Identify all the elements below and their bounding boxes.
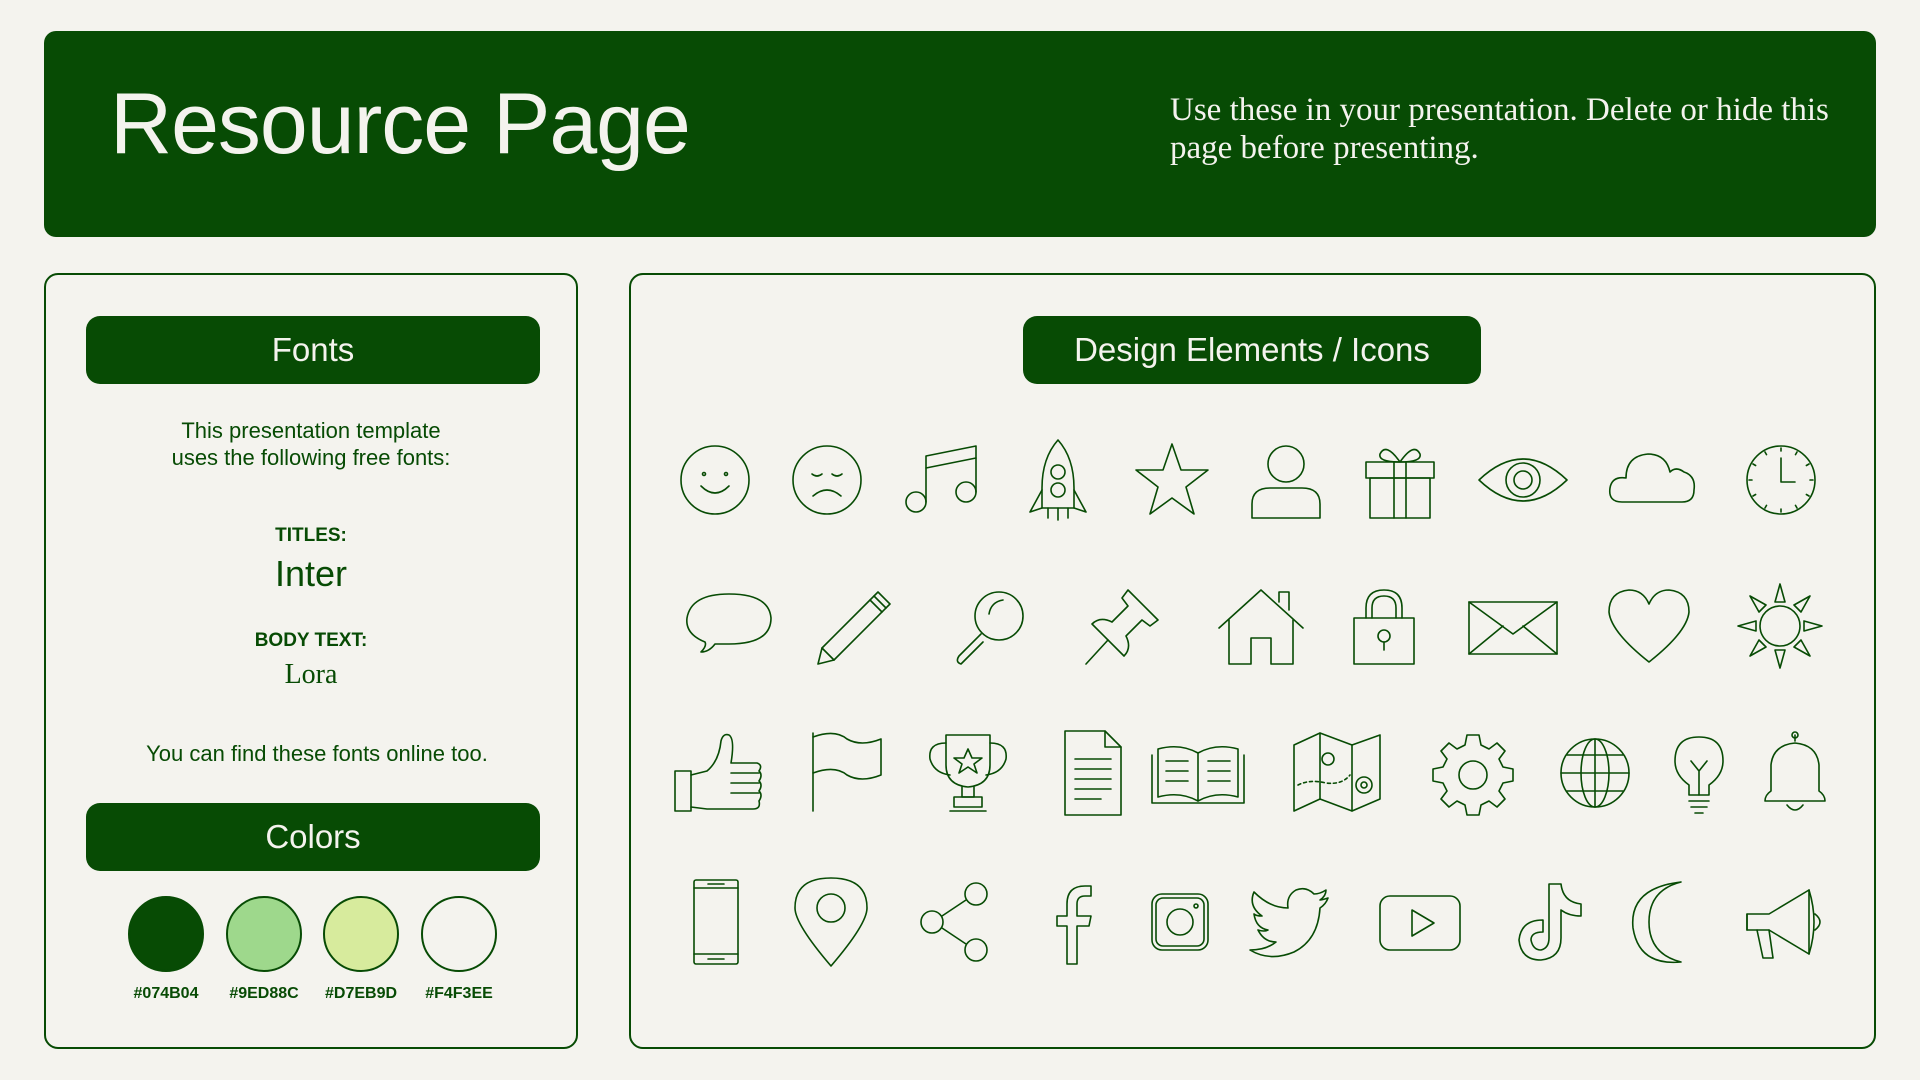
house-icon [1213,578,1309,674]
page-title: Resource Page [110,76,691,172]
envelope-icon [1465,578,1561,674]
titles-label: TITLES: [275,525,347,546]
tiktok-icon [1499,874,1595,970]
flag-icon [799,725,895,821]
body-font-name: Lora [284,659,338,690]
music-note-icon [894,432,990,528]
pushpin-icon [1074,578,1170,674]
icons-heading: Design Elements / Icons [1023,316,1481,384]
star-icon [1124,432,1220,528]
trophy-icon [920,725,1016,821]
gear-icon [1425,725,1521,821]
lightbulb-icon [1651,725,1747,821]
instagram-icon [1132,874,1228,970]
header-banner: Resource Page Use these in your presenta… [44,31,1876,237]
padlock-icon [1336,578,1432,674]
colors-heading: Colors [86,803,540,871]
magnifier-icon [941,578,1037,674]
swatch-lime [323,896,399,972]
sad-icon [779,432,875,528]
bell-icon [1747,725,1843,821]
fonts-footer: You can find these fonts online too. [146,741,488,766]
twitter-icon [1242,874,1338,970]
swatch-light-green [226,896,302,972]
icons-panel: Design Elements / Icons [629,273,1876,1049]
clock-icon [1733,432,1829,528]
smile-icon [667,432,763,528]
titles-font-name: Inter [274,553,348,594]
fonts-intro-line2: uses the following free fonts: [171,445,451,470]
cloud-icon [1604,432,1700,528]
speech-bubble-icon [681,578,777,674]
facebook-icon [1025,874,1121,970]
youtube-icon [1372,874,1468,970]
fonts-colors-panel: Fonts This presentation template uses th… [44,273,578,1049]
document-icon [1043,725,1139,821]
gift-icon [1352,432,1448,528]
map-icon [1290,725,1386,821]
fonts-intro-line1: This presentation template [181,418,441,443]
smartphone-icon [668,874,764,970]
swatch-off-white [421,896,497,972]
heart-icon [1601,578,1697,674]
open-book-icon [1150,725,1246,821]
eye-icon [1475,432,1571,528]
rocket-icon [1010,432,1106,528]
body-text-label: BODY TEXT: [254,630,368,651]
location-pin-icon [783,874,879,970]
user-icon [1238,432,1334,528]
swatch-label: #F4F3EE [425,985,493,1002]
moon-icon [1619,874,1715,970]
swatch-dark-green [128,896,204,972]
pencil-icon [808,578,904,674]
share-icon [906,874,1002,970]
globe-icon [1547,725,1643,821]
sun-icon [1732,578,1828,674]
megaphone-icon [1739,874,1835,970]
swatch-label: #074B04 [133,985,199,1002]
swatch-label: #9ED88C [229,985,299,1002]
page-subtitle: Use these in your presentation. Delete o… [1170,92,1829,166]
fonts-heading: Fonts [86,316,540,384]
fonts-intro: This presentation template uses the foll… [46,417,576,471]
swatch-label: #D7EB9D [324,985,398,1002]
thumbs-up-icon [671,725,767,821]
